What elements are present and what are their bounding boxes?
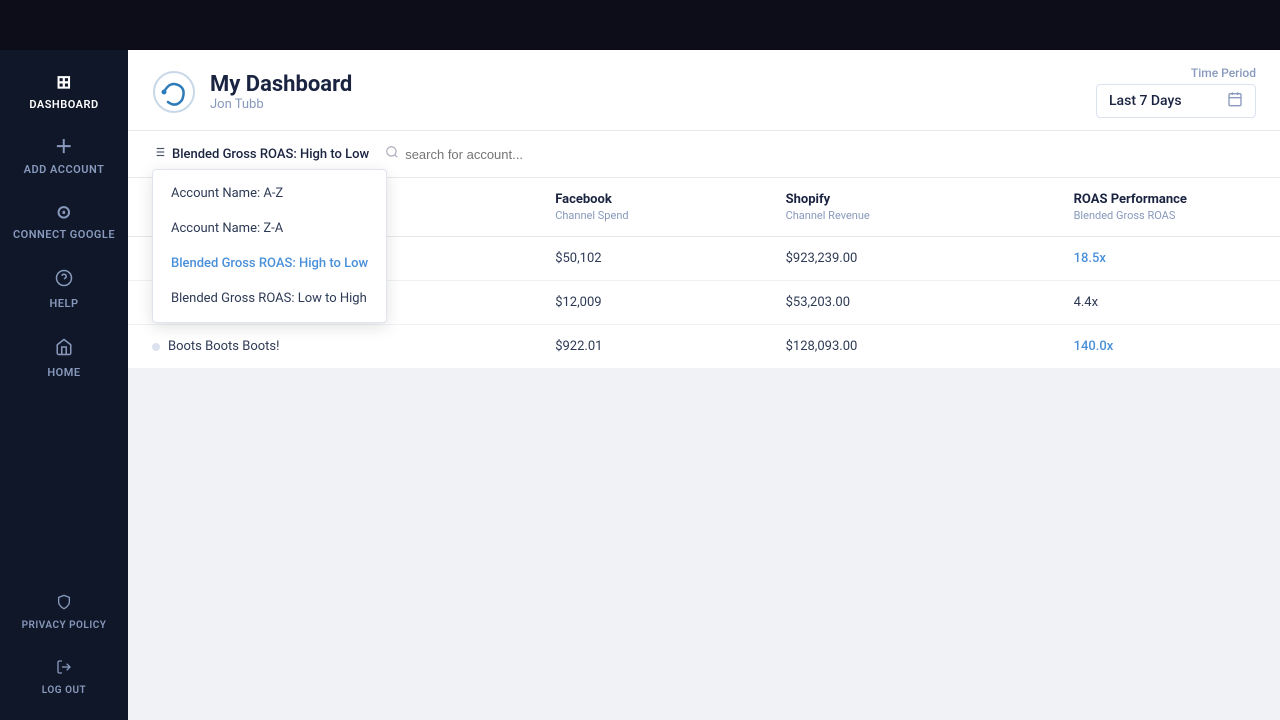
header-left: My Dashboard Jon Tubb: [152, 70, 352, 114]
shopify-revenue: $923,239.00: [762, 237, 1050, 281]
search-input[interactable]: [405, 147, 605, 162]
sidebar-item-label: DASHBOARD: [29, 98, 98, 111]
sort-button[interactable]: Blended Gross ROAS: High to Low: [152, 141, 369, 167]
app-body: ⊞ DASHBOARD ＋ ADD ACCOUNT ⊙ CONNECT GOOG…: [0, 50, 1280, 720]
dropdown-item-account-az[interactable]: Account Name: A-Z: [153, 176, 386, 211]
main-content: My Dashboard Jon Tubb Time Period Last 7…: [128, 50, 1280, 720]
sidebar-item-label: HOME: [47, 366, 80, 379]
shopify-revenue: $53,203.00: [762, 281, 1050, 325]
sort-label: Blended Gross ROAS: High to Low: [172, 147, 369, 162]
sidebar-item-label: CONNECT GOOGLE: [13, 228, 115, 241]
sidebar-item-label: PRIVACY POLICY: [22, 620, 107, 631]
sidebar-item-home[interactable]: HOME: [0, 324, 128, 393]
logo: [152, 70, 196, 114]
search-wrapper: [385, 145, 605, 163]
col-shopify: Shopify Channel Revenue: [762, 178, 1050, 237]
sidebar-item-label: ADD ACCOUNT: [24, 163, 105, 176]
dropdown-item-roas-high-low[interactable]: Blended Gross ROAS: High to Low: [153, 246, 386, 281]
time-period-selector[interactable]: Last 7 Days: [1096, 84, 1256, 118]
sidebar-item-label: LOG OUT: [42, 685, 86, 696]
account-name-cell: Boots Boots Boots!: [128, 325, 531, 369]
dropdown-item-account-za[interactable]: Account Name: Z-A: [153, 211, 386, 246]
page-subtitle: Jon Tubb: [210, 97, 352, 112]
roas-value: 18.5x: [1050, 237, 1280, 281]
toolbar: Blended Gross ROAS: High to Low Account …: [128, 131, 1280, 178]
header-right: Time Period Last 7 Days: [1096, 66, 1256, 118]
header-title-group: My Dashboard Jon Tubb: [210, 72, 352, 112]
sidebar-item-label: HELP: [50, 297, 79, 310]
connect-icon: ⊙: [56, 204, 72, 222]
shopify-revenue: $128,093.00: [762, 325, 1050, 369]
sidebar-item-dashboard[interactable]: ⊞ DASHBOARD: [0, 60, 128, 125]
top-bar: [0, 0, 1280, 50]
privacy-icon: [56, 594, 72, 614]
search-icon: [385, 145, 399, 163]
home-icon: [55, 338, 73, 360]
facebook-spend: $922.01: [531, 325, 761, 369]
time-period-label: Time Period: [1191, 66, 1256, 80]
sidebar-item-help[interactable]: HELP: [0, 255, 128, 324]
col-facebook: Facebook Channel Spend: [531, 178, 761, 237]
roas-value: 4.4x: [1050, 281, 1280, 325]
dropdown-item-roas-low-high[interactable]: Blended Gross ROAS: Low to High: [153, 281, 386, 316]
page-title: My Dashboard: [210, 72, 352, 97]
sidebar-item-log-out[interactable]: LOG OUT: [0, 645, 128, 710]
table-row[interactable]: Boots Boots Boots! $922.01 $128,093.00 1…: [128, 325, 1280, 369]
sort-dropdown: Account Name: A-Z Account Name: Z-A Blen…: [152, 169, 387, 323]
add-icon: ＋: [55, 139, 74, 157]
sidebar: ⊞ DASHBOARD ＋ ADD ACCOUNT ⊙ CONNECT GOOG…: [0, 50, 128, 720]
dashboard-icon: ⊞: [56, 74, 72, 92]
page-header: My Dashboard Jon Tubb Time Period Last 7…: [128, 50, 1280, 131]
sidebar-item-privacy-policy[interactable]: PRIVACY POLICY: [0, 580, 128, 645]
roas-value: 140.0x: [1050, 325, 1280, 369]
sort-icon: [152, 145, 166, 163]
facebook-spend: $12,009: [531, 281, 761, 325]
time-period-value: Last 7 Days: [1109, 93, 1219, 109]
facebook-spend: $50,102: [531, 237, 761, 281]
account-dot: [152, 343, 160, 351]
sidebar-bottom: PRIVACY POLICY LOG OUT: [0, 580, 128, 710]
sidebar-item-connect-google[interactable]: ⊙ CONNECT GOOGLE: [0, 190, 128, 255]
sidebar-item-add-account[interactable]: ＋ ADD ACCOUNT: [0, 125, 128, 190]
calendar-icon: [1227, 91, 1243, 111]
logout-icon: [56, 659, 72, 679]
help-icon: [55, 269, 73, 291]
col-roas: ROAS Performance Blended Gross ROAS: [1050, 178, 1280, 237]
